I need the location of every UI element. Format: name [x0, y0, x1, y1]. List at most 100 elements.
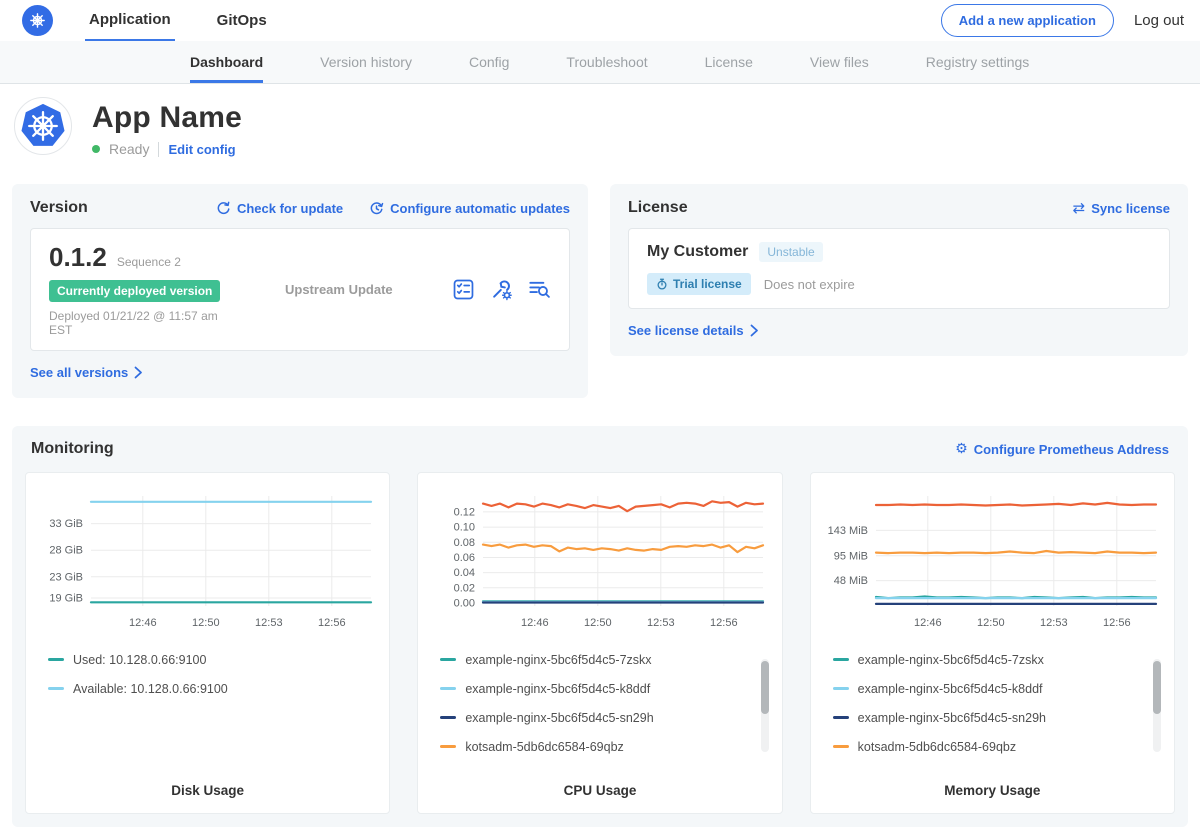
svg-text:33 GiB: 33 GiB: [49, 518, 83, 530]
sync-license-link[interactable]: ⇄ Sync license: [1073, 201, 1170, 216]
svg-text:12:50: 12:50: [977, 617, 1005, 629]
clock-refresh-icon: [369, 201, 384, 216]
currently-deployed-badge: Currently deployed version: [49, 280, 220, 302]
primary-tabs: Application GitOps: [85, 0, 271, 41]
deployed-timestamp: Deployed 01/21/22 @ 11:57 am EST: [49, 309, 241, 337]
tab-license[interactable]: License: [705, 41, 753, 83]
legend-scrollbar: [1153, 659, 1161, 752]
see-license-details-link[interactable]: See license details: [628, 323, 759, 338]
stopwatch-icon: [656, 278, 668, 290]
legend-label: Available: 10.128.0.66:9100: [73, 682, 228, 696]
sequence-label: Sequence 2: [117, 255, 181, 269]
svg-text:12:46: 12:46: [521, 617, 549, 629]
chart-plot-cpu: 0.120.100.080.060.040.020.0012:4612:5012…: [427, 486, 772, 636]
chart-card-cpu: 0.120.100.080.060.040.020.0012:4612:5012…: [417, 472, 782, 814]
see-license-details-label: See license details: [628, 323, 744, 338]
legend-scrollbar-thumb[interactable]: [1153, 661, 1161, 714]
legend-label: example-nginx-5bc6f5d4c5-k8ddf: [858, 682, 1043, 696]
chevron-right-icon: [750, 324, 759, 337]
legend-label: example-nginx-5bc6f5d4c5-k8ddf: [465, 682, 650, 696]
kubernetes-logo-icon: [22, 5, 53, 36]
trial-license-badge: Trial license: [647, 273, 751, 295]
config-wrench-icon[interactable]: [490, 278, 513, 301]
tab-registry-settings[interactable]: Registry settings: [926, 41, 1029, 83]
legend-item: example-nginx-5bc6f5d4c5-sn29h: [833, 703, 1174, 732]
configure-automatic-updates-label: Configure automatic updates: [390, 201, 570, 216]
svg-text:12:56: 12:56: [1103, 617, 1131, 629]
chart-plot-disk: 33 GiB28 GiB23 GiB19 GiB12:4612:5012:531…: [35, 486, 380, 636]
svg-text:12:53: 12:53: [1040, 617, 1068, 629]
legend-label: example-nginx-5bc6f5d4c5-sn29h: [858, 711, 1046, 725]
gear-icon: ⚙: [955, 442, 968, 456]
svg-text:12:50: 12:50: [584, 617, 612, 629]
version-number: 0.1.2: [49, 242, 107, 273]
legend-item: kotsadm-5db6dc6584-69qbz: [833, 732, 1174, 761]
legend-label: Used: 10.128.0.66:9100: [73, 653, 206, 667]
svg-text:0.04: 0.04: [454, 567, 475, 579]
sync-license-label: Sync license: [1091, 201, 1170, 216]
legend-scrollbar-thumb[interactable]: [761, 661, 769, 714]
channel-badge: Unstable: [759, 242, 822, 262]
preflight-checks-icon[interactable]: [452, 278, 475, 301]
legend-item: kotsadm-5db6dc6584-69qbz: [440, 732, 781, 761]
svg-text:0.08: 0.08: [454, 537, 475, 549]
svg-text:28 GiB: 28 GiB: [49, 545, 83, 557]
svg-text:0.00: 0.00: [454, 597, 475, 609]
svg-text:48 MiB: 48 MiB: [833, 575, 867, 587]
legend-label: kotsadm-5db6dc6584-69qbz: [858, 740, 1016, 754]
legend-item: example-nginx-5bc6f5d4c5-k8ddf: [440, 674, 781, 703]
customer-name: My Customer: [647, 243, 748, 261]
check-for-update-link[interactable]: Check for update: [216, 201, 343, 216]
svg-text:23 GiB: 23 GiB: [49, 571, 83, 583]
add-application-button[interactable]: Add a new application: [941, 4, 1114, 37]
see-all-versions-label: See all versions: [30, 365, 128, 380]
sync-icon: ⇄: [1073, 201, 1086, 216]
svg-text:12:56: 12:56: [710, 617, 738, 629]
trial-license-label: Trial license: [673, 277, 742, 291]
check-for-update-label: Check for update: [237, 201, 343, 216]
svg-text:12:46: 12:46: [914, 617, 942, 629]
version-card-title: Version: [30, 199, 88, 217]
see-all-versions-link[interactable]: See all versions: [30, 365, 143, 380]
tab-gitops[interactable]: GitOps: [213, 0, 271, 41]
app-header: App Name Ready Edit config: [0, 84, 1200, 171]
configure-automatic-updates-link[interactable]: Configure automatic updates: [369, 201, 570, 216]
tab-troubleshoot[interactable]: Troubleshoot: [566, 41, 647, 83]
chart-card-memory: 143 MiB95 MiB48 MiB12:4612:5012:5312:56e…: [810, 472, 1175, 814]
configure-prometheus-link[interactable]: ⚙ Configure Prometheus Address: [955, 442, 1169, 457]
monitoring-title: Monitoring: [31, 440, 114, 458]
legend-swatch: [48, 658, 64, 661]
legend-item: example-nginx-5bc6f5d4c5-sn29h: [440, 703, 781, 732]
license-card-title: License: [628, 199, 688, 217]
legend-item: example-nginx-5bc6f5d4c5-7zskx: [833, 645, 1174, 674]
divider: [158, 142, 159, 157]
svg-text:95 MiB: 95 MiB: [833, 550, 867, 562]
tab-application[interactable]: Application: [85, 0, 175, 41]
refresh-icon: [216, 201, 231, 216]
legend-item: example-nginx-5bc6f5d4c5-7zskx: [440, 645, 781, 674]
svg-text:0.12: 0.12: [454, 506, 475, 518]
edit-config-link[interactable]: Edit config: [168, 142, 235, 157]
tab-dashboard[interactable]: Dashboard: [190, 41, 263, 83]
svg-text:0.10: 0.10: [454, 522, 475, 534]
deploy-logs-icon[interactable]: [528, 278, 551, 301]
legend-swatch: [48, 687, 64, 690]
top-navbar: Application GitOps Add a new application…: [0, 0, 1200, 41]
legend-swatch: [440, 658, 456, 661]
svg-text:12:46: 12:46: [129, 617, 157, 629]
tab-version-history[interactable]: Version history: [320, 41, 412, 83]
legend-label: kotsadm-5db6dc6584-69qbz: [465, 740, 623, 754]
tab-view-files[interactable]: View files: [810, 41, 869, 83]
logout-button[interactable]: Log out: [1134, 12, 1184, 29]
legend-swatch: [833, 716, 849, 719]
legend-swatch: [440, 687, 456, 690]
app-status-text: Ready: [109, 141, 149, 157]
tab-config[interactable]: Config: [469, 41, 509, 83]
chart-legend-memory: example-nginx-5bc6f5d4c5-7zskx example-ng…: [811, 645, 1174, 761]
version-source-label: Upstream Update: [285, 282, 393, 297]
svg-text:0.06: 0.06: [454, 552, 475, 564]
svg-text:12:53: 12:53: [255, 617, 283, 629]
svg-text:12:50: 12:50: [192, 617, 220, 629]
legend-item: example-nginx-5bc6f5d4c5-k8ddf: [833, 674, 1174, 703]
legend-swatch: [833, 658, 849, 661]
